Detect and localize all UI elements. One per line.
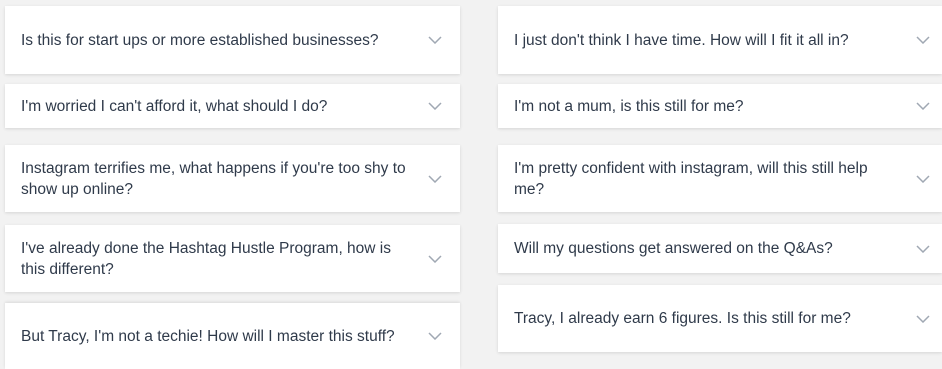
faq-question: Will my questions get answered on the Q&… (514, 240, 833, 257)
faq-question: Tracy, I already earn 6 figures. Is this… (514, 310, 851, 327)
chevron-down-icon (428, 102, 442, 110)
chevron-down-icon (428, 254, 442, 263)
faq-item-hashtag-hustle[interactable]: I've already done the Hashtag Hustle Pro… (5, 225, 460, 292)
chevron-down-icon (428, 36, 442, 44)
faq-question: I'm pretty confident with instagram, wil… (514, 159, 868, 198)
faq-question: I just don't think I have time. How will… (514, 31, 849, 49)
chevron-down-icon (916, 102, 930, 110)
chevron-down-icon (916, 244, 930, 253)
faq-question: I'm worried I can't afford it, what shou… (21, 97, 328, 115)
chevron-down-icon (916, 36, 930, 44)
faq-item-confident[interactable]: I'm pretty confident with instagram, wil… (498, 145, 942, 212)
faq-item-shy[interactable]: Instagram terrifies me, what happens if … (5, 145, 460, 212)
chevron-down-icon (428, 332, 442, 340)
faq-question: But Tracy, I'm not a techie! How will I … (21, 327, 395, 345)
chevron-down-icon (916, 314, 930, 323)
faq-question: Is this for start ups or more establishe… (21, 31, 379, 49)
faq-item-not-mum[interactable]: I'm not a mum, is this still for me? (498, 84, 942, 128)
faq-question: I've already done the Hashtag Hustle Pro… (21, 239, 391, 278)
chevron-down-icon (428, 174, 442, 183)
faq-item-time[interactable]: I just don't think I have time. How will… (498, 6, 942, 74)
faq-item-startups[interactable]: Is this for start ups or more establishe… (5, 6, 460, 74)
faq-item-afford[interactable]: I'm worried I can't afford it, what shou… (5, 84, 460, 128)
faq-item-techie[interactable]: But Tracy, I'm not a techie! How will I … (5, 303, 460, 369)
chevron-down-icon (916, 174, 930, 183)
faq-item-six-figures[interactable]: Tracy, I already earn 6 figures. Is this… (498, 285, 942, 352)
faq-question: Instagram terrifies me, what happens if … (21, 159, 406, 198)
faq-item-qa[interactable]: Will my questions get answered on the Q&… (498, 224, 942, 273)
faq-question: I'm not a mum, is this still for me? (514, 97, 744, 115)
